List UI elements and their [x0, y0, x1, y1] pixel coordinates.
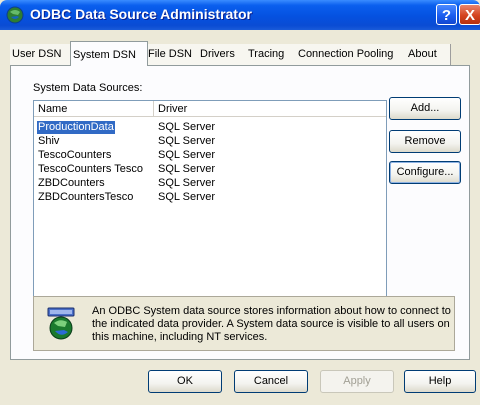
odbc-app-icon — [6, 6, 24, 24]
list-item[interactable]: Shiv SQL Server — [34, 135, 386, 148]
help-title-button[interactable]: ? — [436, 4, 457, 25]
apply-button[interactable]: Apply — [320, 370, 394, 393]
tab-tracing[interactable]: Tracing — [246, 44, 297, 65]
list-item-name: ZBDCounters — [38, 177, 105, 189]
title-bar[interactable]: ODBC Data Source Administrator ? X — [0, 0, 480, 30]
tab-drivers[interactable]: Drivers — [198, 44, 247, 65]
list-item-name: TescoCounters Tesco — [38, 163, 143, 175]
list-item[interactable]: ZBDCounters SQL Server — [34, 177, 386, 190]
column-header-name[interactable]: Name — [34, 101, 154, 117]
add-button[interactable]: Add... — [389, 97, 461, 120]
list-item[interactable]: TescoCounters SQL Server — [34, 149, 386, 162]
list-item-driver: SQL Server — [158, 149, 216, 161]
info-box: An ODBC System data source stores inform… — [33, 296, 455, 351]
system-data-sources-label: System Data Sources: — [33, 82, 143, 94]
tab-user-dsn[interactable]: User DSN — [10, 44, 71, 65]
tab-file-dsn[interactable]: File DSN — [146, 44, 199, 65]
list-item-driver: SQL Server — [158, 135, 216, 147]
list-item-name: ProductionData — [37, 121, 115, 134]
list-item-driver: SQL Server — [158, 191, 216, 203]
list-item-driver: SQL Server — [158, 177, 216, 189]
list-item-name: Shiv — [38, 135, 60, 147]
list-item[interactable]: ZBDCountersTesco SQL Server — [34, 191, 386, 204]
configure-button[interactable]: Configure... — [389, 161, 461, 184]
database-globe-icon — [47, 307, 75, 340]
list-item[interactable]: TescoCounters Tesco SQL Server — [34, 163, 386, 176]
info-text: An ODBC System data source stores inform… — [92, 305, 451, 343]
help-button[interactable]: Help — [404, 370, 476, 393]
list-item-driver: SQL Server — [158, 121, 216, 133]
tab-connection-pooling[interactable]: Connection Pooling — [296, 44, 407, 65]
list-item[interactable]: ProductionData SQL Server — [34, 121, 386, 134]
remove-button[interactable]: Remove — [389, 130, 461, 153]
close-button[interactable]: X — [459, 4, 480, 25]
list-item-driver: SQL Server — [158, 163, 216, 175]
window-title: ODBC Data Source Administrator — [30, 6, 252, 22]
cancel-button[interactable]: Cancel — [234, 370, 308, 393]
list-item-name: ZBDCountersTesco — [38, 191, 134, 203]
tab-about[interactable]: About — [406, 44, 451, 65]
ok-button[interactable]: OK — [148, 370, 222, 393]
column-header-driver[interactable]: Driver — [154, 101, 386, 117]
odbc-dialog: ODBC Data Source Administrator ? X User … — [0, 0, 480, 405]
tab-system-dsn[interactable]: System DSN — [70, 41, 148, 66]
tab-panel: System Data Sources: Name Driver Product… — [10, 65, 470, 360]
list-item-name: TescoCounters — [38, 149, 112, 161]
